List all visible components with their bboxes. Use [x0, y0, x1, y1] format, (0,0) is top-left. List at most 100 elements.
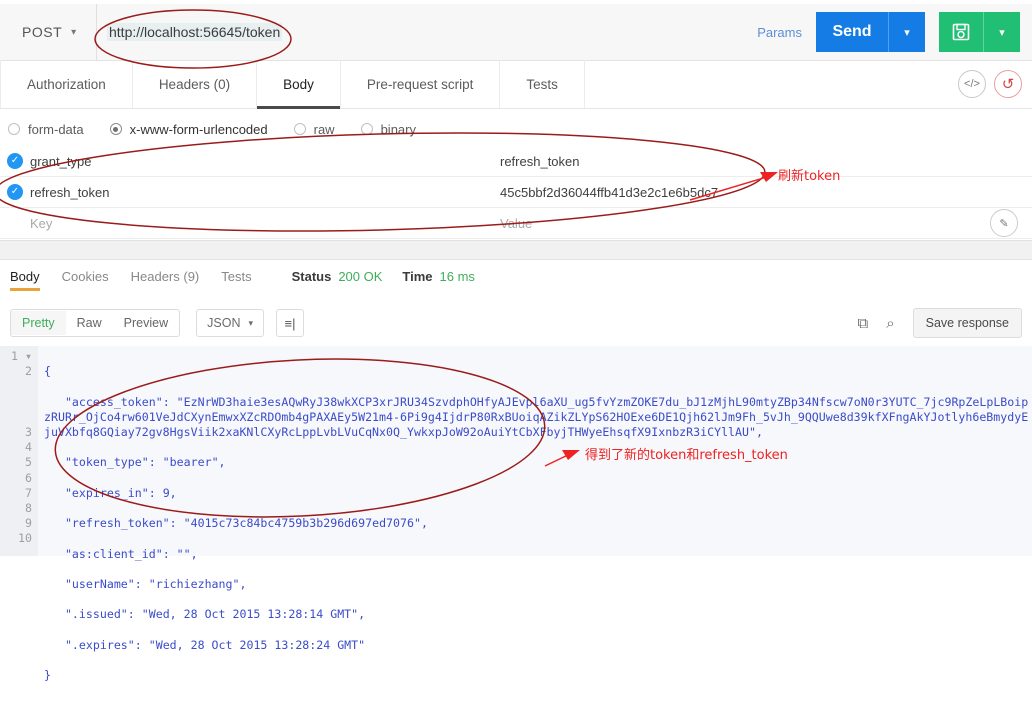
radio-urlencoded-label: x-www-form-urlencoded [129, 121, 268, 137]
radio-icon [293, 123, 306, 135]
tab-tests[interactable]: Tests [500, 60, 585, 108]
search-icon[interactable]: ⌕ [886, 315, 894, 332]
response-tab-body[interactable]: Body [10, 258, 40, 294]
panel-divider[interactable] [0, 240, 1032, 260]
format-selector[interactable]: JSON ▾ [196, 309, 265, 337]
radio-binary[interactable]: binary [360, 121, 416, 137]
json-line-token-type: "token_type": "bearer", [64, 455, 226, 470]
json-line-expires: ".expires": "Wed, 28 Oct 2015 13:28:24 G… [64, 637, 366, 652]
status-label: Status [291, 268, 332, 284]
json-key-expires-in: "expires_in" [64, 485, 149, 500]
response-body-viewer[interactable]: 1 ▾ 2 3 4 5 6 7 8 9 10 { "access_token":… [0, 346, 1032, 682]
response-tab-headers[interactable]: Headers (9) [131, 258, 200, 294]
row-value-input[interactable]: refresh_token [500, 154, 1032, 169]
response-tabs: Body Cookies Headers (9) Tests Status 20… [0, 258, 1032, 294]
url-input[interactable]: http://localhost:56645/token [96, 4, 743, 60]
radio-x-www-form-urlencoded[interactable]: x-www-form-urlencoded [109, 121, 268, 137]
tab-authorization[interactable]: Authorization [0, 60, 133, 108]
json-line-issued: ".issued": "Wed, 28 Oct 2015 13:28:14 GM… [64, 607, 366, 622]
status-badge: 200 OK [338, 268, 383, 284]
send-options-chevron-icon[interactable]: ▾ [888, 12, 925, 52]
pencil-icon[interactable]: ✎ [990, 209, 1018, 237]
row-key-input[interactable]: refresh_token [30, 185, 500, 200]
tab-headers[interactable]: Headers (0) [133, 60, 258, 108]
row-enable-checkbox[interactable]: ✓ [0, 184, 30, 200]
json-value-access-token: EzNrWD3haie3esAQwRyJ38wkXCP3xrJRU34Szvdp… [44, 394, 1029, 440]
request-url-bar: POST ▾ http://localhost:56645/token Para… [0, 4, 1032, 61]
http-method-label: POST [22, 24, 63, 40]
line-number-gutter: 1 ▾ 2 3 4 5 6 7 8 9 10 [0, 346, 38, 556]
save-request-button[interactable] [939, 12, 983, 52]
save-response-button[interactable]: Save response [912, 308, 1022, 338]
wrap-lines-icon[interactable]: ≡| [276, 309, 305, 337]
json-line-as-client-id: "as:client_id": "", [64, 546, 198, 561]
json-value-expires-in: 9 [162, 485, 170, 500]
json-line-refresh-token: "refresh_token": "4015c73c84bc4759b3b296… [64, 516, 428, 531]
json-key-username: "userName" [64, 577, 135, 592]
params-button[interactable]: Params [743, 25, 816, 40]
time-value: 16 ms [439, 268, 475, 284]
table-row[interactable]: ✓ grant_type refresh_token [0, 146, 1032, 177]
json-key-token-type: "token_type" [64, 455, 149, 470]
json-key-refresh-token: "refresh_token" [64, 516, 170, 531]
table-row-empty[interactable]: Key Value ✎ [0, 208, 1032, 239]
response-toolbar-actions: ⧉ ⌕ Save response [857, 308, 1022, 338]
radio-icon [8, 123, 20, 135]
reset-icon[interactable]: ↺ [994, 70, 1022, 98]
response-tab-tests[interactable]: Tests [221, 258, 251, 294]
json-key-issued: ".issued" [64, 607, 128, 622]
json-key-expires: ".expires" [64, 637, 135, 652]
response-meta: Status 200 OK Time 16 ms [292, 269, 495, 284]
request-tabs: Authorization Headers (0) Body Pre-reque… [0, 60, 1032, 109]
format-label: JSON [207, 316, 241, 330]
radio-raw[interactable]: raw [293, 121, 335, 137]
view-mode-raw[interactable]: Raw [66, 311, 113, 335]
time-label: Time [402, 268, 433, 284]
body-key-value-table: ✓ grant_type refresh_token ✓ refresh_tok… [0, 146, 1032, 239]
line-number: 3 [25, 424, 32, 439]
radio-binary-label: binary [380, 121, 416, 137]
row-key-input-placeholder[interactable]: Key [30, 216, 500, 231]
json-value-issued: Wed, 28 Oct 2015 13:28:14 GMT [148, 607, 352, 622]
copy-icon[interactable]: ⧉ [857, 315, 868, 332]
annotation-new-token: 得到了新的token和refresh_token [585, 448, 788, 463]
request-tabs-actions: </> ↺ [958, 60, 1032, 108]
chevron-down-icon: ▾ [248, 317, 254, 328]
radio-icon [360, 123, 373, 135]
radio-form-data[interactable]: form-data [8, 122, 84, 137]
row-value-input[interactable]: 45c5bbf2d36044ffb41d3e2c1e6b5dc7 [500, 185, 1032, 200]
row-enable-checkbox[interactable]: ✓ [0, 153, 30, 169]
tab-pre-request-script[interactable]: Pre-request script [341, 60, 501, 108]
json-value-username: richiezhang [155, 577, 233, 592]
json-line-username: "userName": "richiezhang", [64, 577, 247, 592]
url-value: http://localhost:56645/token [107, 23, 283, 41]
checkbox-checked-icon: ✓ [7, 153, 23, 169]
tab-body[interactable]: Body [257, 60, 341, 109]
json-line-open-brace: { [44, 364, 51, 379]
http-method-selector[interactable]: POST ▾ [0, 4, 96, 60]
row-value-input-placeholder[interactable]: Value [500, 216, 990, 231]
code-icon[interactable]: </> [958, 70, 986, 98]
view-mode-pretty[interactable]: Pretty [11, 311, 66, 335]
save-options-chevron-icon[interactable]: ▾ [983, 12, 1020, 52]
line-number: 8 [25, 500, 32, 515]
body-type-radio-group: form-data x-www-form-urlencoded raw bina… [0, 116, 1032, 142]
radio-raw-label: raw [313, 121, 335, 137]
view-mode-group: Pretty Raw Preview [10, 309, 181, 337]
row-key-input[interactable]: grant_type [30, 154, 500, 169]
json-key-as-client-id: "as:client_id" [64, 546, 163, 561]
send-button[interactable]: Send [816, 12, 888, 52]
chevron-down-icon: ▾ [71, 26, 77, 38]
line-number: 7 [25, 485, 32, 500]
line-number: 5 [25, 455, 32, 470]
table-row[interactable]: ✓ refresh_token 45c5bbf2d36044ffb41d3e2c… [0, 177, 1032, 208]
json-value-expires: Wed, 28 Oct 2015 13:28:24 GMT [155, 637, 359, 652]
json-colon: : [162, 394, 177, 409]
line-number: 6 [25, 470, 32, 485]
checkbox-checked-icon: ✓ [7, 184, 23, 200]
json-line-expires-in: "expires_in": 9, [64, 485, 177, 500]
line-number: 10 [18, 531, 32, 546]
response-tab-cookies[interactable]: Cookies [62, 258, 109, 294]
view-mode-preview[interactable]: Preview [113, 311, 179, 335]
line-number: 4 [25, 440, 32, 455]
